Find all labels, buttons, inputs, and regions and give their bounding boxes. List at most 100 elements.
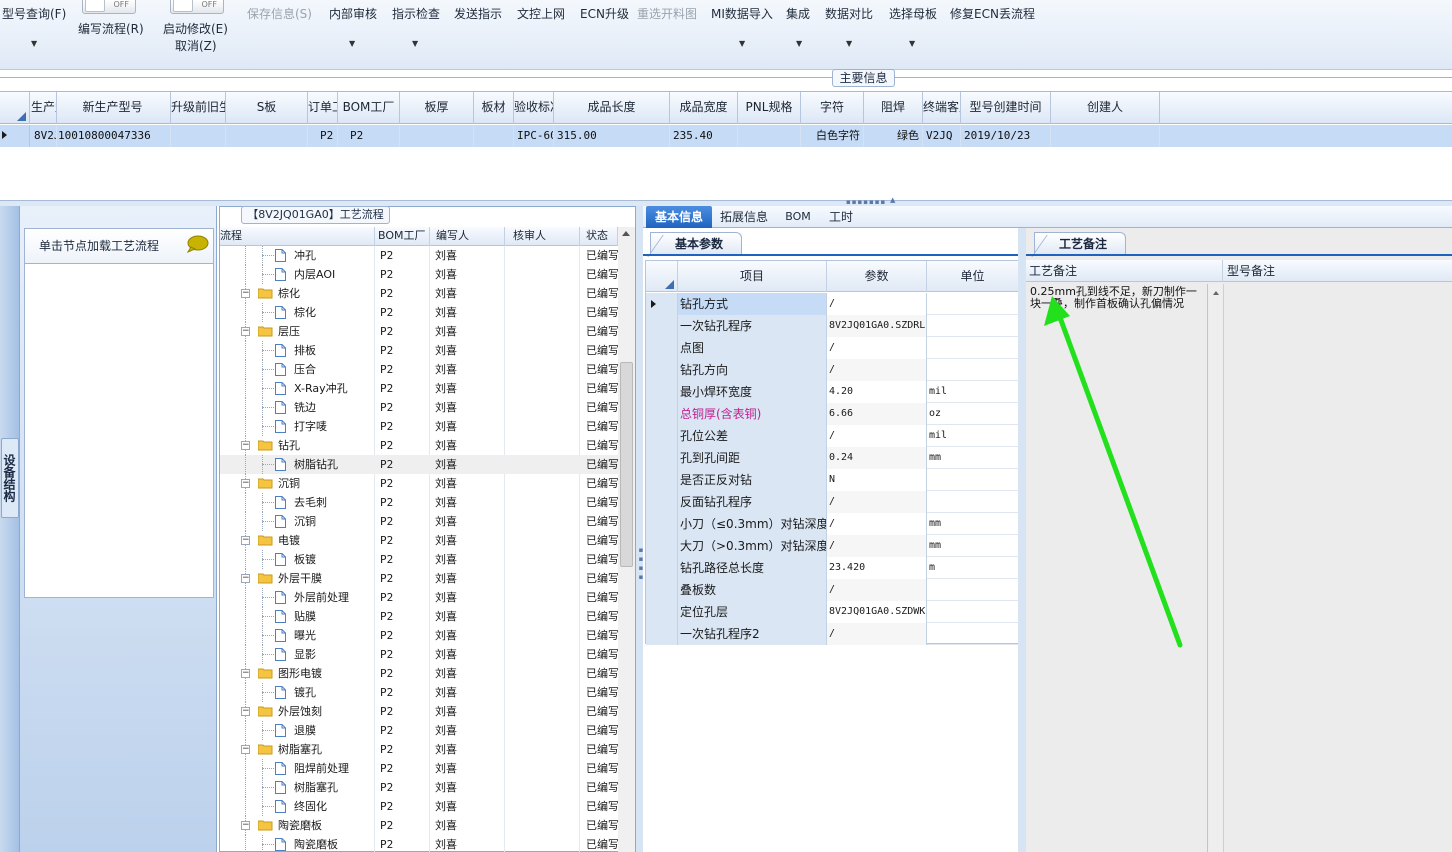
row-indicator[interactable] <box>646 403 678 425</box>
param-value-field[interactable]: 4.20 <box>827 381 927 403</box>
table-cell[interactable] <box>171 125 226 147</box>
table-cell[interactable]: 8V2JQ01GA0 <box>31 125 57 147</box>
col-header-flow[interactable]: 流程 <box>220 227 375 246</box>
tree-node[interactable]: − 陶瓷磨板 P2 刘喜 已编写 <box>220 816 618 835</box>
param-row[interactable]: 小刀（≤0.3mm）对钻深度 / mm <box>646 513 1018 535</box>
param-value-field[interactable]: / <box>827 337 927 359</box>
chevron-down-icon[interactable]: ▼ <box>31 40 37 48</box>
toolbar-start-modify-button[interactable]: 启动修改(E) <box>163 20 228 37</box>
table-cell[interactable] <box>226 125 308 147</box>
tab-work-hours[interactable]: 工时 <box>821 206 861 228</box>
row-indicator[interactable] <box>646 579 678 601</box>
toolbar-ecn-upgrade-button[interactable]: ECN升级 <box>580 5 629 22</box>
row-indicator[interactable] <box>646 337 678 359</box>
param-row[interactable]: 是否正反对钻 N <box>646 469 1018 491</box>
chevron-down-icon[interactable]: ▼ <box>796 40 802 48</box>
col-header-13[interactable]: 阻焊 <box>864 92 923 124</box>
param-row[interactable]: 钻孔路径总长度 23.420 m <box>646 557 1018 579</box>
vertical-splitter[interactable] <box>1018 228 1026 852</box>
tree-node[interactable]: 阻焊前处理 P2 刘喜 已编写 <box>220 759 618 778</box>
col-header-6[interactable]: 板厚 <box>400 92 474 124</box>
tree-node[interactable]: 贴膜 P2 刘喜 已编写 <box>220 607 618 626</box>
tree-node[interactable]: 板镀 P2 刘喜 已编写 <box>220 550 618 569</box>
col-header-unit[interactable]: 单位 <box>927 261 1018 292</box>
row-indicator[interactable] <box>646 491 678 513</box>
col-header-11[interactable]: PNL规格 <box>738 92 801 124</box>
tree-node[interactable]: 显影 P2 刘喜 已编写 <box>220 645 618 664</box>
param-row[interactable]: 点图 / <box>646 337 1018 359</box>
row-indicator[interactable] <box>646 425 678 447</box>
note-scrollbar[interactable] <box>1209 284 1224 852</box>
chevron-down-icon[interactable]: ▼ <box>739 40 745 48</box>
tree-node[interactable]: 退膜 P2 刘喜 已编写 <box>220 721 618 740</box>
tree-node[interactable]: − 钻孔 P2 刘喜 已编写 <box>220 436 618 455</box>
toolbar-internal-review-button[interactable]: 内部审核 <box>329 5 377 22</box>
tree-node[interactable]: − 电镀 P2 刘喜 已编写 <box>220 531 618 550</box>
param-row[interactable]: 一次钻孔程序 8V2JQ01GA0.SZDRL <box>646 315 1018 337</box>
col-header-2[interactable]: 升级前旧生产型号 <box>171 92 226 124</box>
collapse-toggle-icon[interactable]: − <box>241 479 250 488</box>
param-row[interactable]: 钻孔方式 / <box>646 293 1018 315</box>
scroll-up-icon[interactable] <box>1213 291 1219 295</box>
row-indicator[interactable] <box>646 535 678 557</box>
tree-node[interactable]: 终固化 P2 刘喜 已编写 <box>220 797 618 816</box>
process-notes-tab[interactable]: 工艺备注 <box>1034 232 1126 256</box>
table-cell[interactable]: 白色字符 <box>801 125 864 147</box>
start-modify-toggle[interactable]: OFF <box>170 0 224 14</box>
tree-node[interactable]: 陶瓷磨板 P2 刘喜 已编写 <box>220 835 618 852</box>
chevron-down-icon[interactable]: ▼ <box>412 40 418 48</box>
param-value-field[interactable]: / <box>827 513 927 535</box>
param-value-field[interactable]: / <box>827 359 927 381</box>
row-indicator[interactable] <box>646 513 678 535</box>
param-row[interactable]: 孔位公差 / mil <box>646 425 1018 447</box>
tree-node[interactable]: − 图形电镀 P2 刘喜 已编写 <box>220 664 618 683</box>
table-cell[interactable]: P2 <box>308 125 338 147</box>
speech-bubble-icon[interactable] <box>185 235 209 253</box>
table-row[interactable]: 8V2JQ01GA010010800047336 P2P2 IPC-6012 II级… <box>0 125 1452 147</box>
select-all-corner[interactable] <box>646 261 678 292</box>
col-header-reviewer[interactable]: 核审人 <box>505 227 580 246</box>
param-row[interactable]: 钻孔方向 / <box>646 359 1018 381</box>
col-header-status[interactable]: 状态 <box>580 227 618 246</box>
row-indicator[interactable] <box>0 125 30 147</box>
col-header-15[interactable]: 型号创建时间 <box>961 92 1051 124</box>
toolbar-instruction-check-button[interactable]: 指示检查 <box>392 5 440 22</box>
param-row[interactable]: 反面钻孔程序 / <box>646 491 1018 513</box>
col-header-writer[interactable]: 编写人 <box>430 227 505 246</box>
row-indicator[interactable] <box>646 315 678 337</box>
tree-node[interactable]: 棕化 P2 刘喜 已编写 <box>220 303 618 322</box>
tree-node[interactable]: 内层AOI P2 刘喜 已编写 <box>220 265 618 284</box>
tree-node[interactable]: 排板 P2 刘喜 已编写 <box>220 341 618 360</box>
col-header-4[interactable]: 订单工厂 <box>308 92 338 124</box>
toolbar-integration-button[interactable]: 集成 <box>786 5 810 22</box>
tree-node[interactable]: 冲孔 P2 刘喜 已编写 <box>220 246 618 265</box>
row-indicator[interactable] <box>646 557 678 579</box>
chevron-down-icon[interactable]: ▼ <box>349 40 355 48</box>
tree-node[interactable]: − 沉铜 P2 刘喜 已编写 <box>220 474 618 493</box>
toolbar-model-query-button[interactable]: 型号查询(F) <box>2 5 66 22</box>
tab-bom[interactable]: BOM <box>780 206 816 228</box>
write-flow-toggle[interactable]: OFF <box>82 0 136 14</box>
collapse-toggle-icon[interactable]: − <box>241 327 250 336</box>
scrollbar-thumb[interactable] <box>620 362 633 567</box>
load-flow-header[interactable]: 单击节点加载工艺流程 <box>24 228 214 264</box>
tree-node[interactable]: 沉铜 P2 刘喜 已编写 <box>220 512 618 531</box>
col-header-bom-factory[interactable]: BOM工厂 <box>375 227 430 246</box>
param-value-field[interactable]: / <box>827 425 927 447</box>
chevron-down-icon[interactable]: ▼ <box>909 40 915 48</box>
col-header-1[interactable]: 新生产型号 <box>55 92 171 124</box>
toolbar-fix-ecn-flow-button[interactable]: 修复ECN丢流程 <box>950 5 1035 22</box>
tree-node[interactable]: − 外层蚀刻 P2 刘喜 已编写 <box>220 702 618 721</box>
param-row[interactable]: 最小焊环宽度 4.20 mil <box>646 381 1018 403</box>
param-value-field[interactable]: / <box>827 535 927 557</box>
toolbar-save-info-button[interactable]: 保存信息(S) <box>247 5 312 22</box>
tree-node[interactable]: − 棕化 P2 刘喜 已编写 <box>220 284 618 303</box>
vertical-splitter[interactable]: ▪▪▪▪ <box>636 206 645 852</box>
tab-extended-info[interactable]: 拓展信息 <box>715 206 773 228</box>
flow-scrollbar[interactable] <box>618 227 635 852</box>
toolbar-select-motherboard-button[interactable]: 选择母板 <box>889 5 937 22</box>
table-cell[interactable]: V2JQ <box>923 125 961 147</box>
param-value-field[interactable]: 0.24 <box>827 447 927 469</box>
chevron-down-icon[interactable]: ▼ <box>846 40 852 48</box>
table-cell[interactable] <box>738 125 801 147</box>
